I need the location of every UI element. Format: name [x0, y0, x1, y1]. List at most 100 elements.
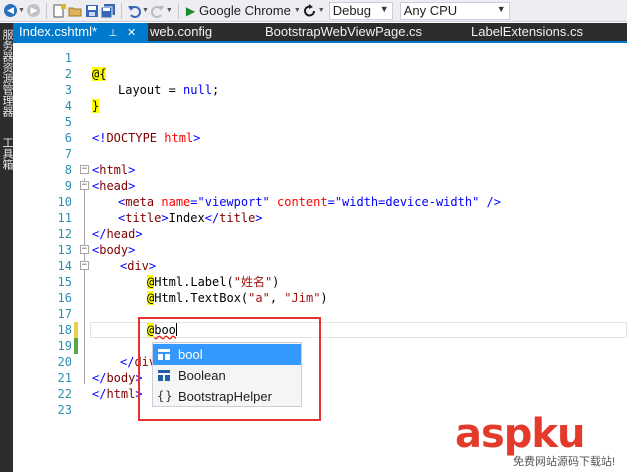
line-number: 23: [57, 403, 72, 417]
back-arrow-icon: ◀: [4, 4, 17, 17]
line-number: 3: [64, 83, 72, 97]
code-text: <body>: [92, 243, 136, 257]
tag-name: body: [99, 243, 129, 257]
saved-change-marker: [74, 338, 78, 354]
chevron-down-icon: ▼: [379, 3, 389, 14]
attr-value: "width=device-width": [334, 195, 480, 209]
open-file-button[interactable]: [68, 2, 83, 20]
code-text: </head>: [92, 227, 143, 241]
code-token: >: [193, 131, 201, 145]
save-all-icon: [100, 3, 115, 18]
dropdown-caret-icon: ▼: [293, 7, 301, 14]
tab-bootstrap-webviewpage[interactable]: BootstrapWebViewPage.cs: [265, 23, 422, 41]
dropdown-caret-icon: ▼: [141, 7, 149, 14]
forward-arrow-icon: ▶: [27, 4, 41, 17]
tag-name: html: [106, 387, 136, 401]
attr-value: "viewport": [197, 195, 270, 209]
solution-configuration-select[interactable]: Debug ▼: [328, 1, 393, 20]
tag-name: meta: [125, 195, 155, 209]
code-line-5: 5: [13, 114, 627, 130]
keyword-null: null: [183, 83, 212, 97]
title-text: Index: [168, 211, 205, 225]
code-line-7: 7: [13, 146, 627, 162]
string-literal: "a": [248, 291, 270, 305]
dropdown-caret-icon: ▼: [18, 7, 25, 14]
code-line-8: 8 − <html>: [13, 162, 627, 178]
code-text: </html>: [92, 387, 143, 401]
undo-button[interactable]: ▼: [127, 2, 149, 20]
browser-label: Google Chrome: [199, 3, 291, 18]
code-line-15: 15 @Html.Label("姓名"): [13, 274, 627, 290]
collapse-toggle-icon[interactable]: −: [80, 181, 89, 190]
refresh-button[interactable]: ▼: [303, 2, 325, 20]
code-line-16: 16 @Html.TextBox("a", "Jim"): [13, 290, 627, 306]
unsaved-change-marker: [74, 322, 78, 338]
code-text: <!DOCTYPE html>: [92, 130, 200, 146]
code-text: <meta name="viewport" content="width=dev…: [118, 195, 501, 209]
line-number: 12: [57, 227, 72, 241]
platform-value: Any CPU: [403, 3, 458, 18]
tab-label-extensions[interactable]: LabelExtensions.cs: [471, 23, 583, 41]
tag-name: div: [127, 259, 149, 273]
start-debugging-button[interactable]: ▶ Google Chrome ▼: [184, 2, 301, 20]
dropdown-caret-icon: ▼: [165, 7, 173, 14]
navigate-back-button[interactable]: ◀ ▼: [4, 2, 25, 20]
line-number: 21: [57, 371, 72, 385]
code-token: DOCTYPE: [106, 131, 158, 145]
tab-label: web.config: [150, 24, 213, 39]
code-token: html: [157, 131, 194, 145]
line-number: 6: [64, 131, 72, 145]
toolbox-tab[interactable]: 工具箱: [0, 137, 13, 170]
code-text: @Html.Label("姓名"): [147, 274, 279, 290]
save-all-button[interactable]: [100, 2, 116, 20]
code-token: Html.Label(: [154, 275, 234, 289]
server-explorer-tab[interactable]: 服务器资源管理器: [0, 29, 13, 117]
line-number: 20: [57, 355, 72, 369]
line-number: 4: [64, 99, 72, 113]
redo-button[interactable]: ▼: [150, 2, 173, 20]
site-watermark: aspku 免费网站源码下载站!: [455, 414, 627, 472]
code-text: <title>Index</title>: [118, 211, 263, 225]
tab-index-cshtml[interactable]: Index.cshtml* ⊥ ✕: [13, 23, 148, 41]
line-number: 14: [57, 259, 72, 273]
new-project-button[interactable]: [52, 2, 66, 20]
tab-web-config[interactable]: web.config: [150, 23, 212, 41]
code-token: Layout =: [118, 83, 184, 97]
toolbar-separator: [120, 2, 122, 19]
code-line-4: 4 }: [13, 98, 627, 114]
watermark-tagline: 免费网站源码下载站!: [513, 456, 616, 468]
line-number: 17: [57, 307, 72, 321]
collapse-toggle-icon[interactable]: −: [80, 165, 89, 174]
attr-name: content: [277, 195, 328, 209]
code-text: }: [92, 98, 100, 114]
tag-name: body: [106, 371, 136, 385]
line-number: 15: [57, 275, 72, 289]
code-text: <div>: [120, 259, 157, 273]
string-literal: "姓名": [233, 275, 273, 289]
undo-icon: [127, 5, 141, 18]
open-folder-icon: [68, 7, 82, 16]
play-icon: ▶: [185, 3, 196, 18]
attr-name: name: [161, 195, 191, 209]
tab-label: LabelExtensions.cs: [471, 24, 584, 39]
toolbar-separator: [177, 2, 179, 19]
solution-platform-select[interactable]: Any CPU ▼: [399, 1, 510, 20]
navigate-forward-button[interactable]: ▶: [27, 2, 41, 20]
code-token: ,: [269, 291, 285, 305]
collapse-toggle-icon[interactable]: −: [80, 261, 89, 270]
chevron-down-icon: ▼: [496, 3, 506, 14]
line-number: 18: [57, 323, 72, 337]
code-line-3: 3 Layout = null;: [13, 82, 627, 98]
code-text: @{: [92, 66, 107, 82]
collapse-toggle-icon[interactable]: −: [80, 245, 89, 254]
document-tab-bar: Index.cshtml* ⊥ ✕ web.config BootstrapWe…: [13, 23, 627, 43]
line-number: 16: [57, 291, 72, 305]
watermark-logo: aspku: [455, 411, 586, 457]
pin-icon[interactable]: ⊥: [109, 28, 118, 39]
save-button[interactable]: [85, 2, 99, 20]
line-number: 19: [57, 339, 72, 353]
code-token: ): [320, 291, 328, 305]
close-icon[interactable]: ✕: [127, 27, 136, 39]
line-number: 11: [57, 211, 72, 225]
annotation-highlight-box: [138, 317, 321, 421]
